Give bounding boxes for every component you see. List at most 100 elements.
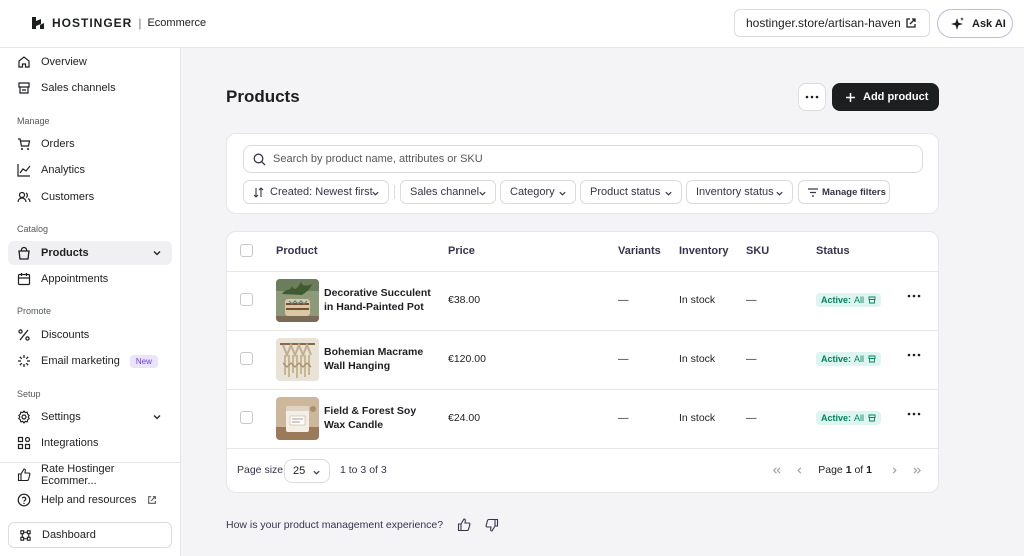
sidebar-item-discounts[interactable]: Discounts [8, 323, 172, 347]
sidebar: Overview Sales channels Manage Orders An… [0, 48, 181, 556]
column-header-product[interactable]: Product [276, 245, 318, 257]
sidebar-item-settings[interactable]: Settings [8, 405, 172, 429]
row-more-icon[interactable] [907, 294, 921, 298]
row-more-icon[interactable] [907, 353, 921, 357]
sales-channel-label: Sales channel [410, 186, 480, 198]
store-url-link[interactable]: hostinger.store/artisan-haven [734, 9, 930, 37]
product-name[interactable]: Decorative Succulent in Hand-Painted Pot [324, 286, 439, 314]
ask-ai-button[interactable]: Ask AI [937, 9, 1013, 38]
sidebar-item-label: Analytics [41, 164, 86, 176]
last-page-icon[interactable] [913, 466, 922, 475]
page-of: of [854, 464, 864, 476]
column-header-status[interactable]: Status [816, 245, 850, 257]
store-icon [868, 414, 876, 422]
search-input[interactable] [273, 153, 873, 165]
sort-label: Created: Newest first [270, 186, 373, 198]
previous-page-icon[interactable] [795, 466, 804, 475]
sidebar-item-integrations[interactable]: Integrations [8, 431, 172, 455]
bag-icon [18, 246, 30, 260]
table-row[interactable]: Bohemian Macrame Wall Hanging €120.00 — … [227, 330, 938, 389]
column-header-variants[interactable]: Variants [618, 245, 661, 257]
sidebar-item-help[interactable]: Help and resources [8, 488, 172, 512]
users-icon [17, 191, 31, 203]
sidebar-item-customers[interactable]: Customers [8, 185, 172, 209]
pagination-controls: Page 1 of 1 [758, 464, 922, 476]
external-link-icon [906, 18, 916, 28]
sort-icon [253, 186, 264, 198]
add-product-button[interactable]: Add product [832, 83, 939, 111]
sidebar-item-email-marketing[interactable]: Email marketing New [8, 349, 172, 373]
row-checkbox[interactable] [240, 352, 253, 365]
first-page-icon[interactable] [772, 466, 781, 475]
sidebar-item-label: Appointments [41, 273, 109, 285]
more-options-button[interactable] [798, 83, 826, 111]
section-label-setup: Setup [17, 389, 41, 399]
filter-divider [394, 185, 395, 199]
page-size-label: Page size [237, 464, 284, 476]
status-label: Active: [821, 413, 852, 423]
row-more-icon[interactable] [907, 412, 921, 416]
column-header-sku[interactable]: SKU [746, 245, 769, 257]
thumb-down-icon[interactable] [485, 518, 499, 532]
logo-separator: | [138, 16, 142, 30]
category-filter[interactable]: Category [500, 180, 576, 204]
product-name[interactable]: Bohemian Macrame Wall Hanging [324, 345, 439, 373]
page-size-select[interactable]: 25 [284, 459, 330, 483]
product-inventory: In stock [679, 294, 716, 306]
sidebar-item-overview[interactable]: Overview [8, 50, 172, 74]
next-page-icon[interactable] [890, 466, 899, 475]
succulent-image [276, 279, 319, 322]
product-variants: — [618, 412, 629, 424]
status-label: Active: [821, 295, 852, 305]
hostinger-logo[interactable]: HOSTINGER | Ecommerce [32, 16, 206, 30]
sidebar-item-appointments[interactable]: Appointments [8, 267, 172, 291]
sales-channel-filter[interactable]: Sales channel [400, 180, 496, 204]
select-all-checkbox[interactable] [240, 244, 253, 257]
inventory-status-filter[interactable]: Inventory status [686, 180, 793, 204]
page-indicator: Page 1 of 1 [818, 464, 872, 476]
table-row[interactable]: Decorative Succulent in Hand-Painted Pot… [227, 271, 938, 330]
table-row[interactable]: Field & Forest Soy Wax Candle €24.00 — I… [227, 389, 938, 448]
product-thumbnail-succulent[interactable] [276, 279, 319, 322]
category-label: Category [510, 186, 555, 198]
sort-dropdown[interactable]: Created: Newest first [243, 180, 389, 204]
sidebar-item-products[interactable]: Products [8, 241, 172, 265]
row-checkbox[interactable] [240, 293, 253, 306]
pagination-range: 1 to 3 of 3 [340, 464, 387, 476]
sidebar-item-label: Help and resources [41, 494, 137, 506]
sidebar-item-analytics[interactable]: Analytics [8, 158, 172, 182]
status-label: Active: [821, 354, 852, 364]
sidebar-item-rate[interactable]: Rate Hostinger Ecommer... [8, 463, 172, 487]
search-box[interactable] [243, 145, 923, 173]
total-pages: 1 [866, 464, 872, 476]
column-header-price[interactable]: Price [448, 245, 475, 257]
sparkle-icon [18, 355, 30, 367]
chevron-down-icon [153, 415, 161, 420]
sidebar-item-orders[interactable]: Orders [8, 132, 172, 156]
dashboard-button[interactable]: Dashboard [8, 522, 172, 548]
manage-filters-button[interactable]: Manage filters [798, 180, 890, 204]
chart-icon [17, 164, 31, 177]
row-checkbox[interactable] [240, 411, 253, 424]
chevron-down-icon [372, 191, 379, 196]
product-status-filter[interactable]: Product status [580, 180, 682, 204]
page-size-value: 25 [293, 465, 306, 477]
products-table: Product Price Variants Inventory SKU Sta… [226, 231, 939, 493]
ai-sparkle-icon [951, 16, 964, 30]
logo-product: Ecommerce [147, 17, 207, 29]
product-thumbnail-macrame[interactable] [276, 338, 319, 381]
status-badge: Active: All [816, 293, 882, 307]
thumb-up-icon[interactable] [457, 518, 471, 532]
product-name[interactable]: Field & Forest Soy Wax Candle [324, 404, 439, 432]
inventory-status-label: Inventory status [696, 186, 774, 198]
new-badge: New [129, 354, 158, 368]
logo-brand: HOSTINGER [52, 16, 133, 30]
store-icon [868, 296, 876, 304]
external-link-icon [148, 496, 157, 504]
page-prefix: Page [818, 464, 843, 476]
cart-icon [18, 138, 31, 150]
help-icon [17, 493, 31, 507]
sidebar-item-sales-channels[interactable]: Sales channels [8, 76, 172, 100]
column-header-inventory[interactable]: Inventory [679, 245, 729, 257]
product-thumbnail-candle[interactable] [276, 397, 319, 440]
